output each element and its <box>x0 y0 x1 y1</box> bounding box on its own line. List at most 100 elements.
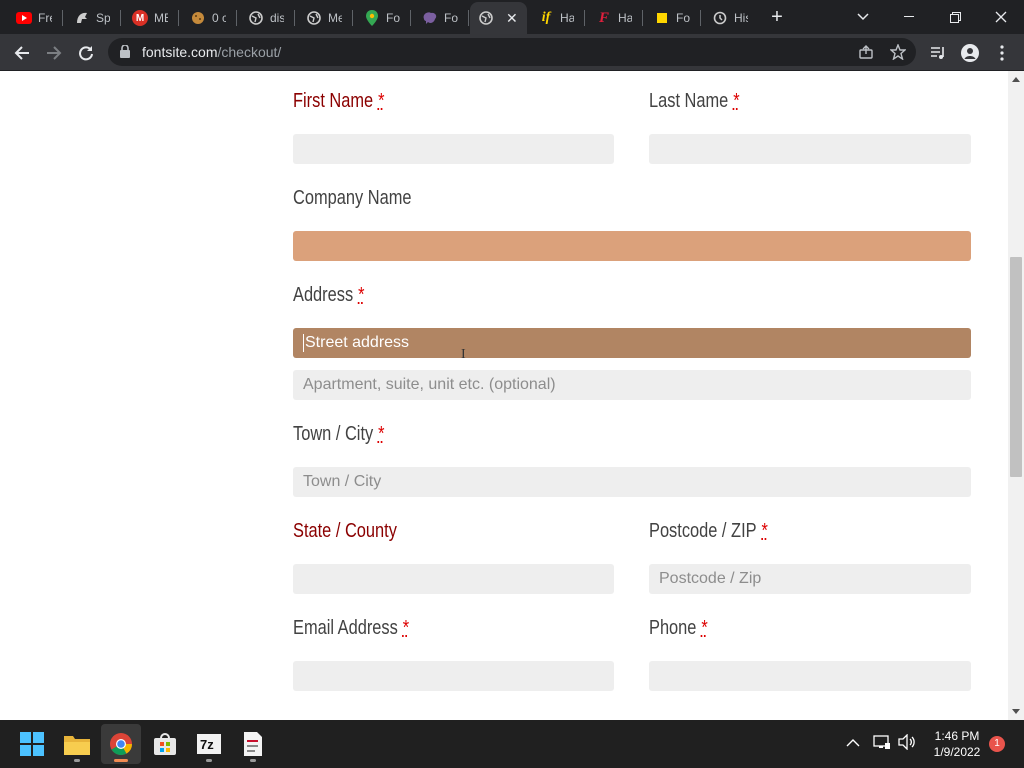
reload-button[interactable] <box>72 39 100 67</box>
required-marker: * <box>761 520 768 542</box>
city-field[interactable]: Town / City <box>293 467 971 497</box>
back-arrow-icon <box>14 46 29 60</box>
tab-history[interactable]: His <box>704 4 759 32</box>
city-label: Town / City * <box>293 423 385 446</box>
tab-youtube[interactable]: Free <box>8 4 63 32</box>
avatar-icon <box>961 44 979 62</box>
minimize-button[interactable] <box>886 0 932 34</box>
text-caret <box>303 334 304 352</box>
menu-button[interactable] <box>988 39 1016 67</box>
taskbar-document-app[interactable] <box>233 724 273 764</box>
share-icon[interactable] <box>856 42 876 62</box>
restore-button[interactable] <box>932 0 978 34</box>
tab-brain[interactable]: For <box>414 4 469 32</box>
email-field[interactable] <box>293 661 614 691</box>
back-button[interactable] <box>8 39 36 67</box>
system-clock[interactable]: 1:46 PM 1/9/2022 <box>930 728 984 760</box>
start-button[interactable] <box>12 724 52 764</box>
label-text: Last Name <box>649 90 729 112</box>
tab-me[interactable]: Me <box>298 4 353 32</box>
tab-cookie[interactable]: 0 c <box>182 4 237 32</box>
taskbar-chrome[interactable] <box>101 724 141 764</box>
notification-badge[interactable]: 1 <box>989 736 1005 752</box>
company-name-field[interactable] <box>293 231 971 261</box>
taskbar-file-explorer[interactable] <box>57 724 97 764</box>
history-icon <box>712 10 728 26</box>
tab-disc[interactable]: disc <box>240 4 295 32</box>
required-marker: * <box>378 423 385 445</box>
tab-title: 0 c <box>212 11 226 25</box>
tab-title: His <box>734 11 748 25</box>
7zip-icon: 7z <box>197 734 221 754</box>
close-window-button[interactable] <box>978 0 1024 34</box>
tab-search-button[interactable] <box>840 0 886 34</box>
scroll-down-arrow-icon[interactable] <box>1012 709 1020 714</box>
required-marker: * <box>733 90 740 112</box>
profile-button[interactable] <box>956 39 984 67</box>
state-field[interactable] <box>293 564 614 594</box>
globe-icon <box>306 10 322 26</box>
tab-spa[interactable]: Spa <box>66 4 121 32</box>
tab-yellow[interactable]: For <box>646 4 701 32</box>
address-label: Address * <box>293 284 364 307</box>
tab-separator <box>120 10 121 26</box>
running-indicator <box>114 759 128 762</box>
first-name-field[interactable] <box>293 134 614 164</box>
apartment-field[interactable]: Apartment, suite, unit etc. (optional) <box>293 370 971 400</box>
close-icon[interactable]: ✕ <box>506 10 518 27</box>
tab-maps[interactable]: For <box>356 4 411 32</box>
taskbar-store[interactable] <box>145 724 185 764</box>
youtube-icon <box>16 10 32 26</box>
tab-strip: Free Spa M ME 0 c disc Me For For ✕ <box>0 0 1024 34</box>
forward-arrow-icon <box>47 46 62 60</box>
forward-button[interactable] <box>40 39 68 67</box>
maps-pin-icon <box>364 10 380 26</box>
url-domain: fontsite.com <box>142 44 218 60</box>
label-text: Email Address <box>293 617 398 639</box>
phone-label: Phone * <box>649 617 708 640</box>
network-icon[interactable] <box>873 734 891 753</box>
new-tab-button[interactable]: + <box>765 6 789 30</box>
page-scrollbar[interactable] <box>1008 71 1024 720</box>
required-marker: * <box>358 284 365 306</box>
last-name-field[interactable] <box>649 134 971 164</box>
postcode-field[interactable]: Postcode / Zip <box>649 564 971 594</box>
email-label: Email Address * <box>293 617 409 640</box>
tab-title: Spa <box>96 11 110 25</box>
tab-separator <box>352 10 353 26</box>
fontspring-icon: F <box>598 9 609 26</box>
bookmark-star-icon[interactable] <box>888 42 908 62</box>
windows-logo-icon <box>20 732 44 756</box>
phone-field[interactable] <box>649 661 971 691</box>
tab-title: Ha <box>618 11 632 25</box>
lock-icon[interactable] <box>120 44 130 63</box>
tab-title: ME <box>154 11 168 25</box>
volume-icon[interactable] <box>898 733 916 753</box>
scroll-up-arrow-icon[interactable] <box>1012 77 1020 82</box>
svg-text:7z: 7z <box>200 737 214 752</box>
tab-title: Ha <box>560 11 574 25</box>
windows-taskbar: 7z 1:46 PM 1/9/2022 1 <box>0 720 1024 768</box>
tab-title: Me <box>328 11 342 25</box>
globe-icon <box>248 10 264 26</box>
required-marker: * <box>701 617 708 639</box>
taskbar-7zip[interactable]: 7z <box>189 724 229 764</box>
globe-icon <box>478 10 494 26</box>
url-text: fontsite.com/checkout/ <box>142 44 281 60</box>
ibeam-cursor-icon: I <box>461 347 466 362</box>
tab-fontspring[interactable]: F Ha <box>588 4 643 32</box>
chevron-up-icon[interactable] <box>846 734 860 750</box>
if-logo-icon: if <box>541 10 551 25</box>
tab-gmail[interactable]: M ME <box>124 4 179 32</box>
required-marker: * <box>402 617 410 639</box>
apartment-placeholder: Apartment, suite, unit etc. (optional) <box>303 376 556 393</box>
clock-date: 1/9/2022 <box>933 745 981 759</box>
street-address-field[interactable]: Street address <box>293 328 971 358</box>
address-bar[interactable]: fontsite.com/checkout/ <box>108 38 916 66</box>
tab-if[interactable]: if Ha <box>530 4 585 32</box>
tab-active[interactable]: ✕ <box>470 2 527 34</box>
media-control-button[interactable] <box>924 39 952 67</box>
label-text: First Name <box>293 90 374 112</box>
chrome-icon <box>110 733 132 755</box>
scrollbar-thumb[interactable] <box>1010 257 1022 477</box>
